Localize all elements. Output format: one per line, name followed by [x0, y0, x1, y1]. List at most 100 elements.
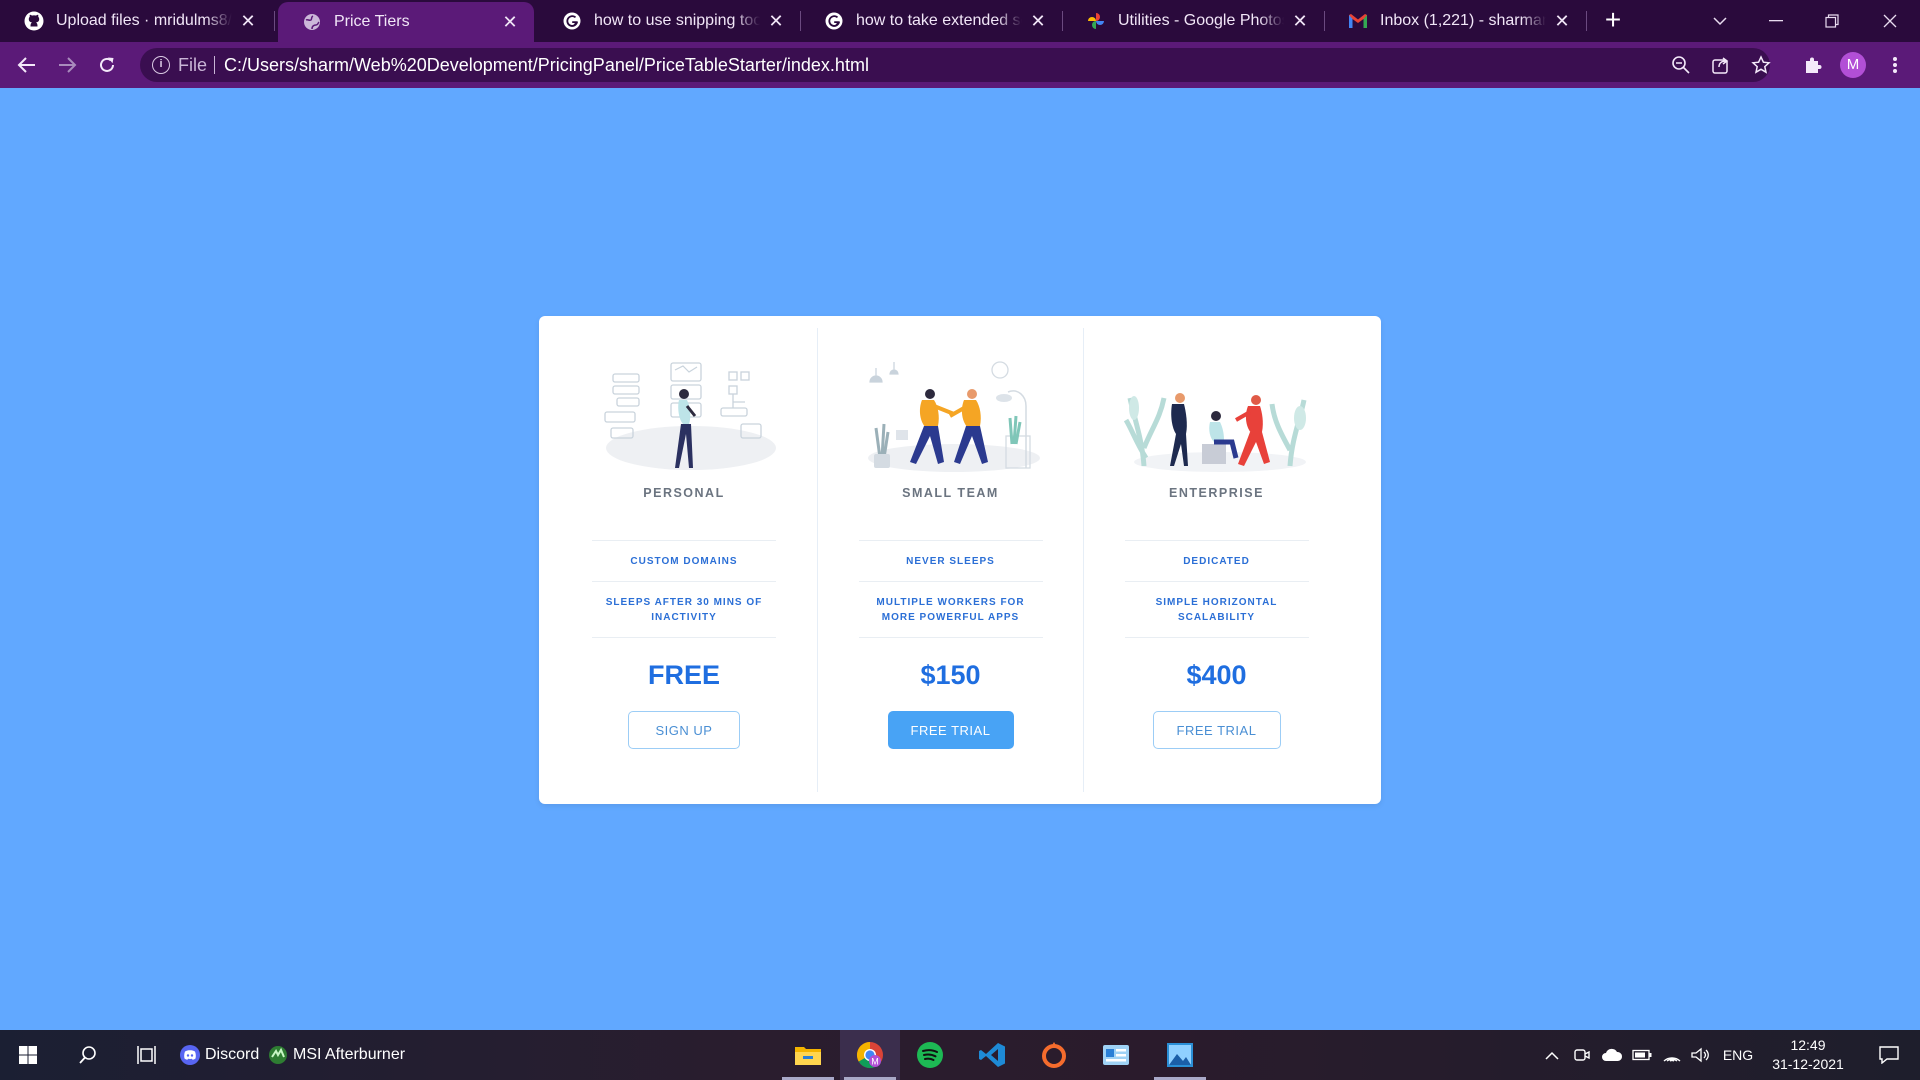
address-bar[interactable]: i File C:/Users/sharm/Web%20Development/… — [140, 48, 1772, 82]
free-trial-button[interactable]: FREE TRIAL — [887, 711, 1014, 749]
tab-search-button[interactable] — [1692, 0, 1748, 42]
enterprise-illustration — [1123, 393, 1306, 472]
pricing-tier-small-team: SMALL TEAM NEVER SLEEPS MULTIPLE WORKERS… — [817, 328, 1083, 792]
extensions-button[interactable] — [1798, 50, 1828, 80]
language-indicator[interactable]: ENG — [1716, 1030, 1760, 1080]
start-button[interactable] — [0, 1030, 56, 1080]
tab-price-tiers[interactable]: Price Tiers ✕ — [278, 2, 534, 42]
taskbar-app-vscode[interactable] — [962, 1030, 1022, 1080]
wifi-tray[interactable] — [1661, 1044, 1683, 1066]
close-icon[interactable]: ✕ — [766, 11, 786, 31]
tab-upload-files[interactable]: Upload files · mridulms8/Pr ✕ — [0, 0, 272, 42]
tab-label: how to take extended scree — [856, 12, 1022, 29]
notification-icon — [1879, 1046, 1899, 1064]
close-icon — [1883, 14, 1897, 28]
free-trial-button[interactable]: FREE TRIAL — [1152, 711, 1281, 749]
origin-icon — [1042, 1042, 1066, 1068]
browser-tab-strip: Upload files · mridulms8/Pr ✕ Price Tier… — [0, 0, 1920, 42]
url-text[interactable]: C:/Users/sharm/Web%20Development/Pricing… — [224, 55, 869, 76]
restore-icon — [1825, 14, 1839, 28]
pricing-panel: PERSONAL CUSTOM DOMAINS SLEEPS AFTER 30 … — [539, 316, 1381, 804]
reload-icon — [100, 57, 114, 72]
share-button[interactable] — [1710, 54, 1732, 76]
back-button[interactable] — [12, 50, 42, 80]
battery-tray[interactable] — [1631, 1044, 1653, 1066]
taskbar-app-control-panel[interactable] — [1086, 1030, 1146, 1080]
small-team-illustration — [867, 361, 1040, 472]
taskbar-app-origin[interactable] — [1024, 1030, 1084, 1080]
menu-button[interactable] — [1880, 50, 1910, 80]
tab-label: Upload files · mridulms8/Pr — [56, 12, 232, 29]
address-divider — [214, 56, 215, 74]
new-tab-button[interactable]: + — [1598, 6, 1628, 36]
camera-icon — [1574, 1049, 1590, 1061]
taskbar-app-file-explorer[interactable] — [778, 1030, 838, 1080]
meet-now-tray[interactable] — [1571, 1044, 1593, 1066]
minimize-button[interactable] — [1748, 0, 1804, 42]
pricing-tier-personal: PERSONAL CUSTOM DOMAINS SLEEPS AFTER 30 … — [551, 328, 817, 792]
forward-button[interactable] — [52, 50, 82, 80]
sign-up-button[interactable]: SIGN UP — [628, 711, 740, 749]
share-icon — [1712, 57, 1729, 74]
action-center-button[interactable] — [1864, 1030, 1914, 1080]
pricing-tier-enterprise: ENTERPRISE DEDICATED SIMPLE HORIZONTAL S… — [1083, 328, 1349, 792]
task-view-button[interactable] — [120, 1030, 176, 1080]
close-icon[interactable]: ✕ — [1552, 11, 1572, 31]
bookmark-button[interactable] — [1750, 54, 1772, 76]
reload-button[interactable] — [92, 50, 122, 80]
tier-price: $400 — [1186, 660, 1247, 690]
tab-label: Utilities - Google Photos — [1118, 12, 1284, 29]
taskbar-clock[interactable]: 12:49 31-12-2021 — [1758, 1036, 1858, 1074]
tab-snipping-tool[interactable]: how to use snipping tool wi ✕ — [538, 0, 800, 42]
info-icon[interactable]: i — [152, 56, 170, 74]
tab-gmail-inbox[interactable]: Inbox (1,221) - sharmamrid ✕ — [1324, 0, 1586, 42]
task-view-icon — [137, 1046, 156, 1064]
close-icon[interactable]: ✕ — [238, 11, 258, 31]
restore-button[interactable] — [1804, 0, 1860, 42]
svg-text:M: M — [871, 1057, 879, 1067]
feature-item: DEDICATED — [1124, 541, 1309, 582]
taskbar-app-spotify[interactable] — [900, 1030, 960, 1080]
onedrive-tray[interactable] — [1601, 1044, 1623, 1066]
close-window-button[interactable] — [1862, 0, 1918, 42]
close-icon[interactable]: ✕ — [1290, 11, 1310, 31]
show-hidden-icons[interactable] — [1541, 1044, 1563, 1066]
clock-time: 12:49 — [1790, 1037, 1826, 1053]
puzzle-icon — [1806, 57, 1822, 73]
personal-illustration — [604, 362, 776, 470]
more-vert-icon — [1893, 57, 1897, 73]
msi-afterburner-pinned[interactable]: MSI Afterburner — [268, 1030, 408, 1080]
tier-price: $150 — [920, 660, 981, 690]
tab-extended-screenshot[interactable]: how to take extended scree ✕ — [800, 0, 1062, 42]
tier-name: ENTERPRISE — [1169, 486, 1264, 500]
search-icon — [79, 1046, 96, 1064]
taskbar-app-chrome[interactable]: M — [840, 1030, 900, 1080]
msi-afterburner-icon — [269, 1046, 287, 1064]
profile-avatar[interactable]: M — [1840, 52, 1866, 78]
gmail-icon — [1348, 11, 1368, 31]
search-button[interactable] — [60, 1030, 116, 1080]
close-icon[interactable]: ✕ — [500, 12, 520, 32]
discord-pinned[interactable]: Discord — [180, 1030, 262, 1080]
zoom-button[interactable] — [1670, 54, 1692, 76]
scheme-label: File — [178, 55, 208, 75]
feature-list: NEVER SLEEPS MULTIPLE WORKERS FOR MORE P… — [858, 540, 1043, 638]
speaker-icon — [1691, 1047, 1709, 1063]
feature-item: SLEEPS AFTER 30 MINS OF INACTIVITY — [592, 582, 776, 638]
windows-taskbar: Discord MSI Afterburner M ENG 12:49 31-1… — [0, 1030, 1920, 1080]
google-icon — [562, 11, 582, 31]
google-photos-icon — [1086, 11, 1106, 31]
wifi-icon — [1663, 1057, 1681, 1062]
battery-icon — [1632, 1049, 1652, 1061]
clock-date: 31-12-2021 — [1772, 1056, 1844, 1072]
globe-icon — [302, 12, 322, 32]
tab-google-photos[interactable]: Utilities - Google Photos ✕ — [1062, 0, 1324, 42]
close-icon[interactable]: ✕ — [1028, 11, 1048, 31]
taskbar-app-photos[interactable] — [1150, 1030, 1210, 1080]
discord-icon — [180, 1045, 200, 1065]
file-explorer-icon — [795, 1047, 821, 1065]
pinned-label: Discord — [205, 1046, 260, 1063]
feature-list: DEDICATED SIMPLE HORIZONTAL SCALABILITY — [1124, 540, 1309, 638]
volume-tray[interactable] — [1689, 1044, 1711, 1066]
photos-icon — [1167, 1043, 1193, 1067]
